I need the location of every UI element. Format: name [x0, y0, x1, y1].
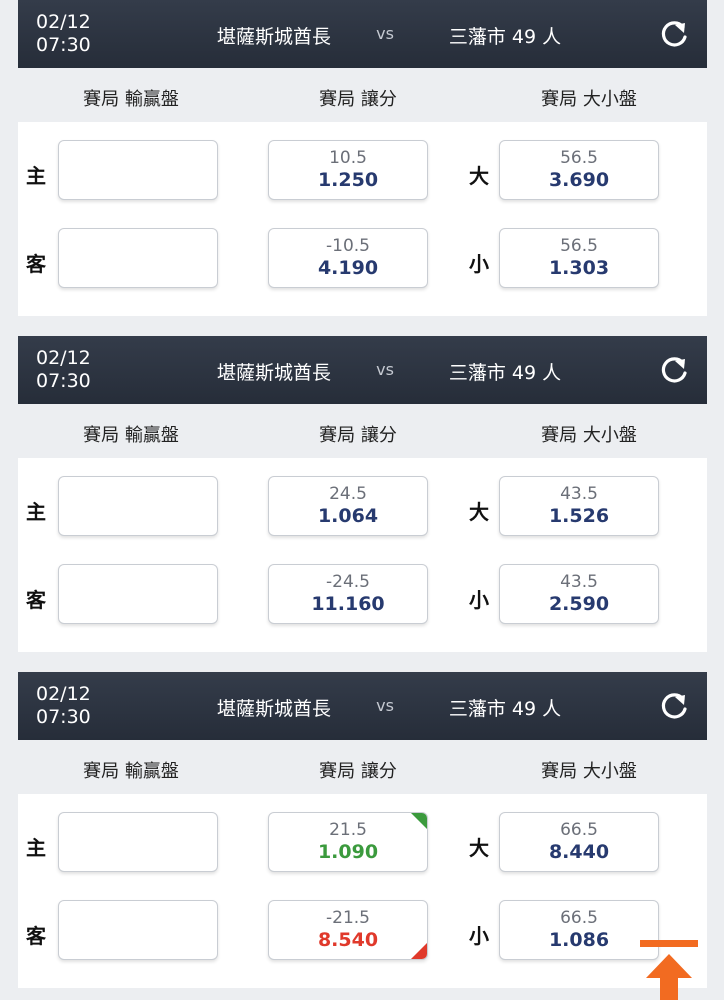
match-card-3: 02/12 07:30 堪薩斯城酋長 vs 三藩市 49 人 賽局 輸贏盤 賽局…	[18, 672, 707, 988]
spread-header: 賽局 讓分	[319, 89, 397, 110]
moneyline-away-button[interactable]	[58, 900, 218, 960]
match-datetime: 02/12 07:30	[36, 347, 91, 393]
spread-line: -21.5	[326, 908, 370, 928]
match-date: 02/12	[36, 347, 91, 369]
spread-line: -24.5	[326, 572, 370, 592]
spread-odds: 1.090	[317, 841, 379, 863]
spread-odds: 11.160	[311, 593, 385, 615]
total-odds: 1.526	[548, 505, 610, 527]
total-odds: 3.690	[548, 169, 610, 191]
total-odds: 8.440	[548, 841, 610, 863]
spread-line: -10.5	[326, 236, 370, 256]
total-line: 56.5	[560, 148, 598, 168]
column-headers: 賽局 輸贏盤 賽局 讓分 賽局 大小盤	[18, 404, 707, 458]
spread-odds: 1.064	[317, 505, 379, 527]
spread-line: 21.5	[329, 820, 367, 840]
odds-body: 主 客 21.5 1.090 -21.5 8.540 大 小 66.5 8.44…	[18, 794, 707, 988]
over-row-label: 大	[469, 500, 489, 524]
refresh-icon[interactable]	[657, 689, 691, 723]
over-row-label: 大	[469, 164, 489, 188]
spread-line: 10.5	[329, 148, 367, 168]
total-over-button[interactable]: 66.5 8.440	[499, 812, 659, 872]
total-over-button[interactable]: 43.5 1.526	[499, 476, 659, 536]
home-team-name: 堪薩斯城酋長	[216, 362, 331, 384]
match-date: 02/12	[36, 11, 91, 33]
spread-away-button[interactable]: -24.5 11.160	[268, 564, 428, 624]
moneyline-header: 賽局 輸贏盤	[83, 761, 179, 782]
refresh-icon[interactable]	[657, 17, 691, 51]
odds-up-indicator	[411, 813, 427, 829]
spread-odds: 4.190	[317, 257, 379, 279]
match-time: 07:30	[36, 370, 91, 392]
spread-odds: 8.540	[317, 929, 379, 951]
vs-label: vs	[376, 696, 394, 715]
total-under-button[interactable]: 56.5 1.303	[499, 228, 659, 288]
under-row-label: 小	[469, 588, 489, 612]
home-row-label: 主	[26, 164, 46, 188]
moneyline-header: 賽局 輸贏盤	[83, 89, 179, 110]
total-header: 賽局 大小盤	[541, 89, 637, 110]
match-card-1: 02/12 07:30 堪薩斯城酋長 vs 三藩市 49 人 賽局 輸贏盤 賽局…	[18, 0, 707, 316]
home-team-name: 堪薩斯城酋長	[216, 698, 331, 720]
moneyline-header: 賽局 輸贏盤	[83, 425, 179, 446]
spread-odds: 1.250	[317, 169, 379, 191]
total-odds: 1.086	[548, 929, 610, 951]
total-line: 43.5	[560, 572, 598, 592]
total-header: 賽局 大小盤	[541, 761, 637, 782]
spread-header: 賽局 讓分	[319, 761, 397, 782]
spread-home-button[interactable]: 10.5 1.250	[268, 140, 428, 200]
scroll-top-icon[interactable]	[640, 940, 698, 1000]
away-team-name: 三藩市 49 人	[448, 362, 562, 384]
away-row-label: 客	[26, 588, 46, 612]
match-header: 02/12 07:30 堪薩斯城酋長 vs 三藩市 49 人	[18, 672, 707, 740]
under-row-label: 小	[469, 924, 489, 948]
spread-header: 賽局 讓分	[319, 425, 397, 446]
spread-away-button[interactable]: -10.5 4.190	[268, 228, 428, 288]
home-row-label: 主	[26, 836, 46, 860]
total-line: 66.5	[560, 820, 598, 840]
match-header: 02/12 07:30 堪薩斯城酋長 vs 三藩市 49 人	[18, 0, 707, 68]
over-row-label: 大	[469, 836, 489, 860]
match-datetime: 02/12 07:30	[36, 683, 91, 729]
vs-label: vs	[376, 360, 394, 379]
odds-body: 主 客 24.5 1.064 -24.5 11.160 大 小 43.5 1.5…	[18, 458, 707, 652]
spread-home-button[interactable]: 24.5 1.064	[268, 476, 428, 536]
column-headers: 賽局 輸贏盤 賽局 讓分 賽局 大小盤	[18, 68, 707, 122]
moneyline-home-button[interactable]	[58, 140, 218, 200]
total-header: 賽局 大小盤	[541, 425, 637, 446]
match-header: 02/12 07:30 堪薩斯城酋長 vs 三藩市 49 人	[18, 336, 707, 404]
total-over-button[interactable]: 56.5 3.690	[499, 140, 659, 200]
moneyline-away-button[interactable]	[58, 564, 218, 624]
spread-away-button[interactable]: -21.5 8.540	[268, 900, 428, 960]
total-line: 56.5	[560, 236, 598, 256]
total-odds: 1.303	[548, 257, 610, 279]
match-time: 07:30	[36, 706, 91, 728]
match-card-2: 02/12 07:30 堪薩斯城酋長 vs 三藩市 49 人 賽局 輸贏盤 賽局…	[18, 336, 707, 652]
total-line: 66.5	[560, 908, 598, 928]
away-team-name: 三藩市 49 人	[448, 26, 562, 48]
moneyline-home-button[interactable]	[58, 476, 218, 536]
match-date: 02/12	[36, 683, 91, 705]
away-row-label: 客	[26, 924, 46, 948]
match-datetime: 02/12 07:30	[36, 11, 91, 57]
total-under-button[interactable]: 66.5 1.086	[499, 900, 659, 960]
refresh-icon[interactable]	[657, 353, 691, 387]
column-headers: 賽局 輸贏盤 賽局 讓分 賽局 大小盤	[18, 740, 707, 794]
odds-body: 主 客 10.5 1.250 -10.5 4.190 大 小 56.5 3.69…	[18, 122, 707, 316]
under-row-label: 小	[469, 252, 489, 276]
total-odds: 2.590	[548, 593, 610, 615]
away-row-label: 客	[26, 252, 46, 276]
total-under-button[interactable]: 43.5 2.590	[499, 564, 659, 624]
total-line: 43.5	[560, 484, 598, 504]
spread-line: 24.5	[329, 484, 367, 504]
spread-home-button[interactable]: 21.5 1.090	[268, 812, 428, 872]
home-row-label: 主	[26, 500, 46, 524]
moneyline-home-button[interactable]	[58, 812, 218, 872]
vs-label: vs	[376, 24, 394, 43]
match-time: 07:30	[36, 34, 91, 56]
home-team-name: 堪薩斯城酋長	[216, 26, 331, 48]
away-team-name: 三藩市 49 人	[448, 698, 562, 720]
odds-down-indicator	[411, 943, 427, 959]
moneyline-away-button[interactable]	[58, 228, 218, 288]
